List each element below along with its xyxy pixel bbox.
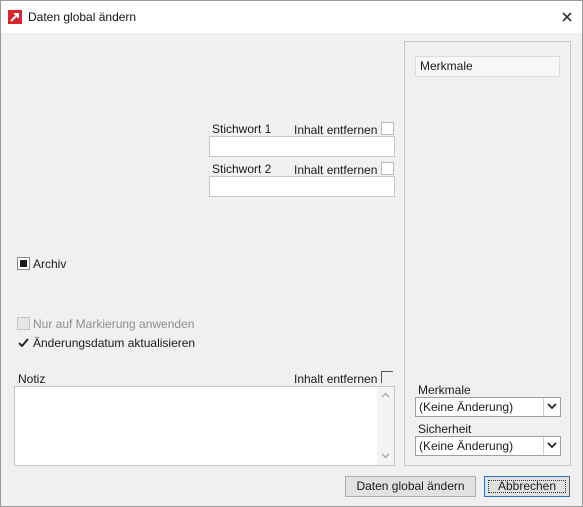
aenderungsdatum-label: Änderungsdatum aktualisieren <box>33 336 196 350</box>
archiv-checkbox[interactable] <box>17 257 30 270</box>
close-button[interactable] <box>558 8 576 26</box>
merkmale-select[interactable]: (Keine Änderung) <box>415 397 561 417</box>
cancel-button-label: Abbrechen <box>497 479 557 493</box>
markierung-label: Nur auf Markierung anwenden <box>33 317 195 331</box>
close-icon <box>562 12 572 22</box>
merkmale-label: Merkmale <box>418 383 471 397</box>
app-logo-icon <box>8 10 22 24</box>
aenderungsdatum-checkbox[interactable] <box>17 336 30 349</box>
scroll-up-icon[interactable] <box>381 392 390 398</box>
chevron-down-icon <box>547 442 557 449</box>
sicherheit-label: Sicherheit <box>418 422 472 436</box>
notiz-textarea[interactable] <box>14 386 395 466</box>
stichwort2-input[interactable] <box>209 176 395 197</box>
markierung-checkbox[interactable] <box>17 317 30 330</box>
apply-button[interactable]: Daten global ändern <box>345 476 476 497</box>
merkmale-select-value: (Keine Änderung) <box>419 400 514 414</box>
scroll-down-icon[interactable] <box>381 453 390 459</box>
stichwort1-label: Stichwort 1 <box>212 122 272 136</box>
apply-button-label: Daten global ändern <box>356 479 465 493</box>
sicherheit-dropdown-button[interactable] <box>543 437 560 455</box>
chevron-down-icon <box>547 403 557 410</box>
title-bar: Daten global ändern <box>1 1 582 33</box>
notiz-label: Notiz <box>18 372 46 386</box>
archiv-label: Archiv <box>33 257 67 271</box>
stichwort1-remove-label: Inhalt entfernen <box>294 123 378 137</box>
merkmale-panel: Merkmale Merkmale (Keine Änderung) Siche… <box>404 41 571 466</box>
stichwort1-input[interactable] <box>209 136 395 157</box>
sicherheit-select-value: (Keine Änderung) <box>419 439 514 453</box>
stichwort2-remove-checkbox[interactable] <box>381 162 394 175</box>
panel-header: Merkmale <box>415 56 560 77</box>
dialog-window: Daten global ändern Stichwort 1 Inhalt e… <box>0 0 583 507</box>
sicherheit-select[interactable]: (Keine Änderung) <box>415 436 561 456</box>
cancel-button[interactable]: Abbrechen <box>484 476 570 497</box>
checkmark-icon <box>18 338 29 348</box>
stichwort2-label: Stichwort 2 <box>212 162 272 176</box>
window-title: Daten global ändern <box>28 10 137 24</box>
notiz-remove-label: Inhalt entfernen <box>294 372 378 386</box>
merkmale-dropdown-button[interactable] <box>543 398 560 416</box>
notiz-remove-checkbox[interactable] <box>381 371 393 383</box>
notiz-scrollbar[interactable] <box>377 387 394 465</box>
dialog-content: Stichwort 1 Inhalt entfernen Stichwort 2… <box>1 33 582 506</box>
stichwort2-remove-label: Inhalt entfernen <box>294 163 378 177</box>
stichwort1-remove-checkbox[interactable] <box>381 122 394 135</box>
